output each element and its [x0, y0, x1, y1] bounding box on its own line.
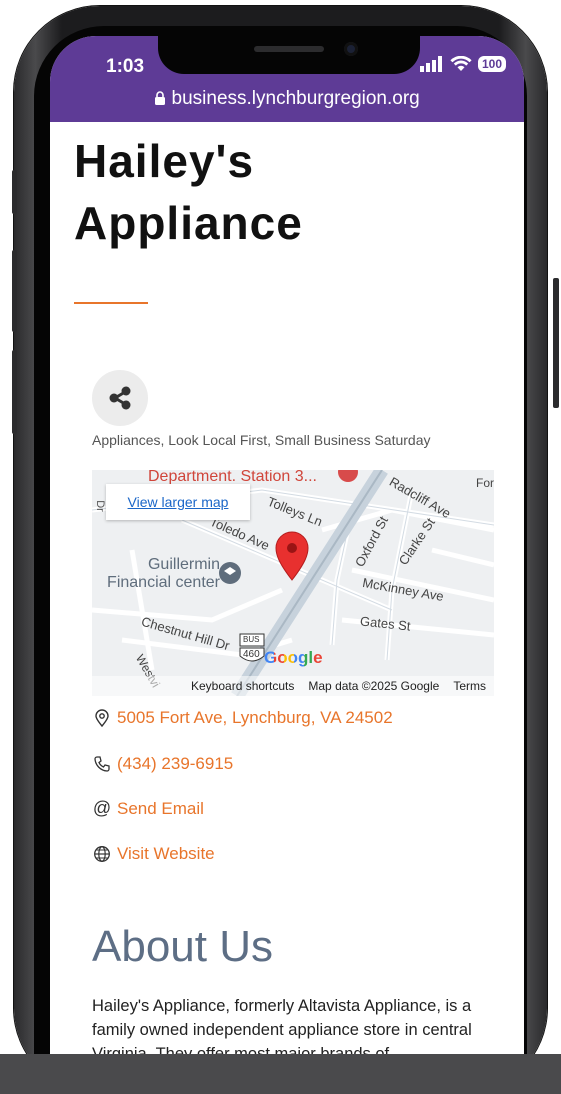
map-label-guillermin-2: Financial center	[107, 574, 220, 591]
location-pin-icon	[95, 709, 109, 727]
website-link[interactable]: Visit Website	[117, 844, 215, 864]
side-button-power	[553, 278, 559, 408]
phone-link[interactable]: (434) 239-6915	[117, 754, 233, 774]
contact-email[interactable]: @ Send Email	[92, 798, 204, 819]
front-camera	[344, 42, 358, 56]
status-time: 1:03	[106, 56, 145, 77]
keyboard-shortcuts-link[interactable]: Keyboard shortcuts	[191, 679, 294, 693]
at-sign-icon: @	[92, 798, 112, 818]
about-us-heading: About Us	[92, 922, 273, 971]
view-larger-map-link[interactable]: View larger map	[128, 494, 229, 510]
lock-icon	[155, 91, 166, 105]
map-label-route: 460	[243, 649, 260, 660]
page-title-line-1: Hailey's	[74, 135, 255, 187]
speaker	[254, 46, 324, 52]
side-button-mute	[12, 170, 17, 214]
map-label-bus: BUS	[243, 635, 260, 644]
address-link[interactable]: 5005 Fort Ave, Lynchburg, VA 24502	[117, 708, 393, 728]
wifi-icon	[450, 56, 472, 71]
email-link[interactable]: Send Email	[117, 799, 204, 819]
phone-screen: 1:03 100 business.lynchburgregion.org Ha…	[50, 36, 524, 1060]
globe-icon	[94, 846, 110, 862]
battery-icon: 100	[477, 56, 506, 72]
phone-bottom-edge	[0, 1054, 561, 1094]
view-larger-map-box: View larger map	[106, 484, 250, 520]
status-bar: 1:03 100 business.lynchburgregion.org	[50, 36, 524, 122]
terms-link[interactable]: Terms	[453, 679, 486, 693]
about-us-text: Hailey's Appliance, formerly Altavista A…	[92, 997, 472, 1060]
embedded-map[interactable]: Department. Station 3... Dr Tolleys Ln T…	[92, 470, 494, 696]
page-title: Hailey's Appliance	[74, 130, 494, 254]
map-label-guillermin-1: Guillermin	[147, 556, 220, 573]
contact-phone[interactable]: (434) 239-6915	[92, 754, 233, 774]
phone-icon	[94, 756, 110, 772]
business-categories: Appliances, Look Local First, Small Busi…	[92, 432, 431, 448]
share-icon	[109, 386, 131, 410]
google-logo-text: Google	[264, 648, 323, 667]
map-label-dr: Dr	[93, 500, 106, 512]
title-accent-line	[74, 302, 148, 304]
map-footer: Keyboard shortcuts Map data ©2025 Google…	[92, 676, 494, 696]
share-button[interactable]	[92, 370, 148, 426]
url-text: business.lynchburgregion.org	[171, 88, 420, 109]
map-label-for: For	[476, 476, 494, 490]
side-button-volume-up	[12, 250, 17, 332]
notch	[158, 36, 420, 74]
map-label-guillermin: Guillermin Financial center	[92, 556, 220, 592]
side-button-volume-down	[12, 350, 17, 434]
contact-address[interactable]: 5005 Fort Ave, Lynchburg, VA 24502	[92, 708, 393, 728]
page-title-line-2: Appliance	[74, 197, 303, 249]
contact-website[interactable]: Visit Website	[92, 844, 215, 864]
address-bar[interactable]: business.lynchburgregion.org	[50, 88, 524, 110]
map-data-attribution: Map data ©2025 Google	[308, 679, 440, 693]
signal-bars-icon	[419, 56, 442, 72]
google-logo: Google	[264, 648, 323, 668]
status-icons: 100	[419, 56, 506, 72]
